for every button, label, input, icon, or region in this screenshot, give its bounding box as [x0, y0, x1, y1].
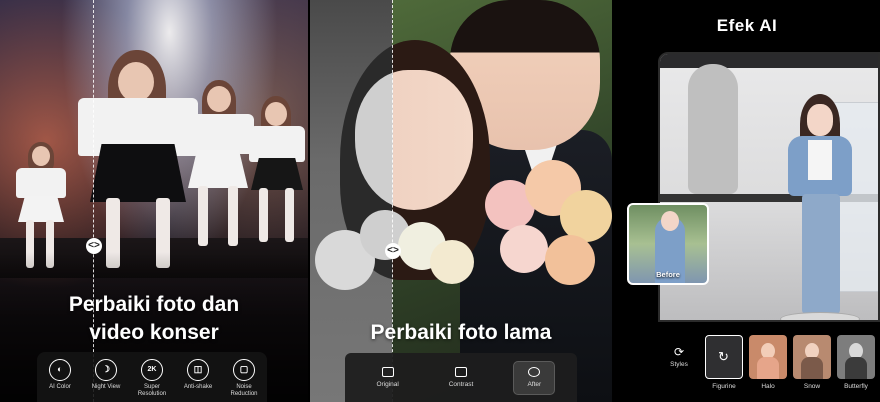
grayscale-model	[688, 64, 738, 194]
enhance-toolbar: ◐ AI Color ☽ Night View 2K Super Resolut…	[37, 352, 267, 402]
figurine	[780, 94, 860, 320]
ai-effect-panel: Efek AI Before ⟳ Styles ↻ Figurine Halo …	[614, 0, 880, 402]
bride-face	[355, 70, 473, 210]
style-name-snow: Snow	[803, 383, 821, 390]
style-figurine[interactable]: ↻	[705, 335, 743, 379]
before-thumbnail[interactable]: Before	[627, 203, 709, 285]
concert-caption-line2: video konser	[89, 321, 219, 344]
panel-title: Efek AI	[716, 16, 778, 35]
tool-night-view[interactable]: ☽ Night View	[86, 359, 126, 391]
contrast-icon	[454, 367, 467, 377]
old-photo-panel: <> Perbaiki foto lama Original Contrast …	[310, 0, 612, 402]
tool-label: Super Resolution	[137, 384, 167, 397]
styles-label: Styles	[670, 361, 688, 368]
compare-handle[interactable]: <>	[86, 238, 102, 254]
palette-icon: ◐	[49, 359, 71, 381]
tool-label: AI Color	[49, 384, 71, 390]
compare-toolbar: Original Contrast After	[345, 353, 577, 402]
contrast-label: Contrast	[448, 381, 474, 388]
tool-ai-color[interactable]: ◐ AI Color	[40, 359, 80, 391]
style-snow[interactable]	[793, 335, 831, 379]
style-name-halo: Halo	[761, 383, 775, 390]
compare-handle[interactable]: <>	[385, 243, 401, 259]
after-button[interactable]: After	[513, 360, 556, 395]
tool-anti-shake[interactable]: ◫ Anti-shake	[178, 359, 218, 391]
style-halo[interactable]	[749, 335, 787, 379]
original-button[interactable]: Original	[367, 361, 409, 395]
tool-label: Night View	[91, 384, 121, 390]
moon-icon: ☽	[95, 359, 117, 381]
swap-icon: ⟳	[673, 345, 685, 359]
concert-caption-line1: Perbaiki foto dan	[68, 293, 240, 316]
tool-label: Anti-shake	[183, 384, 213, 390]
tool-label: Noise Reduction	[230, 384, 258, 397]
after-label: After	[527, 381, 542, 388]
style-butterfly[interactable]	[837, 335, 875, 379]
styles-bar: ⟳ Styles ↻ Figurine Halo Snow Butterfly	[614, 325, 880, 402]
refresh-icon: ↻	[718, 349, 729, 364]
2k-icon: 2K	[141, 359, 163, 381]
tool-super-resolution[interactable]: 2K Super Resolution	[132, 359, 172, 398]
antishake-icon: ◫	[187, 359, 209, 381]
contrast-button[interactable]: Contrast	[440, 361, 482, 395]
original-icon	[381, 367, 394, 377]
concert-panel: <> Perbaiki foto dan video konser ◐ AI C…	[0, 0, 308, 402]
tool-noise-reduction[interactable]: ▢ Noise Reduction	[224, 359, 264, 398]
noise-icon: ▢	[233, 359, 255, 381]
styles-button[interactable]: ⟳ Styles	[667, 345, 691, 368]
original-label: Original	[376, 381, 399, 388]
style-name-figurine: Figurine	[712, 383, 736, 390]
style-name-butterfly: Butterfly	[844, 383, 868, 390]
bouquet	[310, 160, 612, 310]
old-photo-caption: Perbaiki foto lama	[370, 321, 552, 344]
after-icon	[528, 367, 541, 377]
before-label: Before	[656, 270, 680, 279]
performer-right	[245, 96, 308, 246]
preview-topbar	[660, 54, 878, 68]
